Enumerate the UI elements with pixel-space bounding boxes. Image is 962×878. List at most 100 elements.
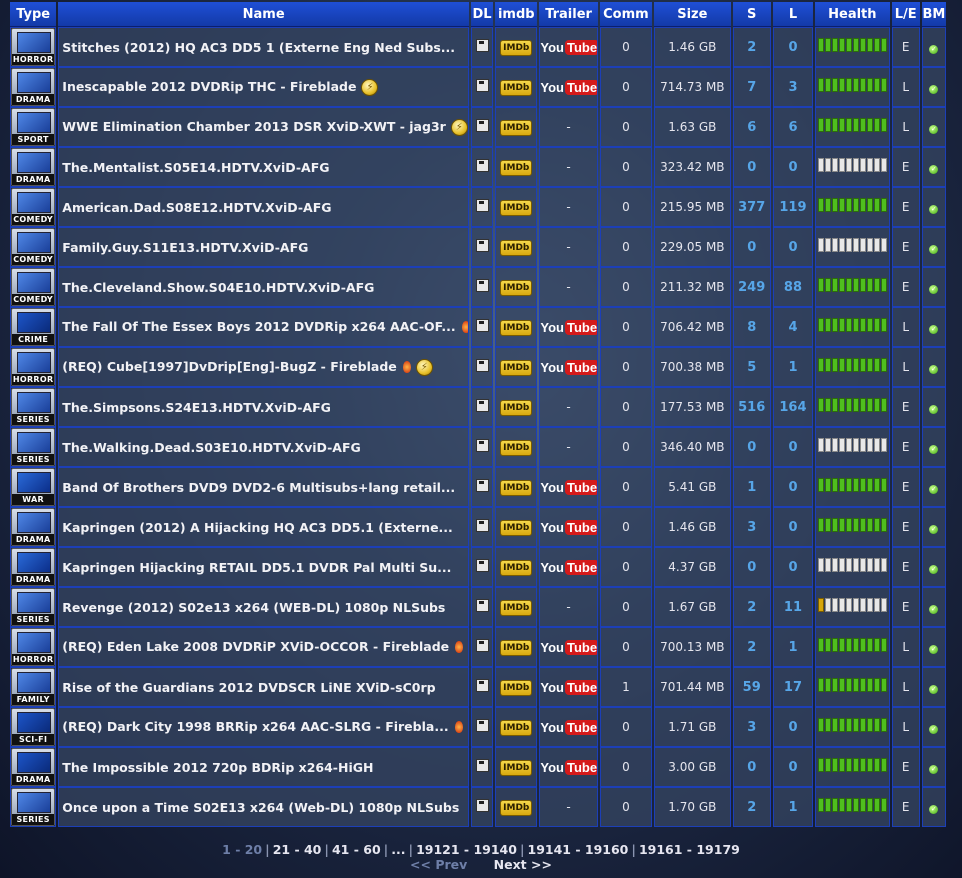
torrent-name-link[interactable]: Kapringen (2012) A Hijacking HQ AC3 DD5.… [62,520,453,535]
youtube-trailer-link[interactable]: You Tube [540,519,597,535]
seeders-count[interactable]: 3 [732,707,771,747]
leechers-count[interactable]: 0 [772,27,814,67]
seeders-count[interactable]: 2 [732,627,771,667]
imdb-icon[interactable]: IMDb [500,519,533,536]
tv-category-icon[interactable]: DRAMA [11,508,56,546]
download-cell[interactable] [470,707,494,747]
imdb-icon[interactable]: IMDb [500,759,533,776]
comments-count[interactable]: 0 [599,387,653,427]
imdb-icon[interactable]: IMDb [500,599,533,616]
category-cell[interactable]: CRIME [10,307,57,347]
imdb-cell[interactable]: IMDb [495,187,538,227]
col-comm[interactable]: Comm [599,2,653,27]
imdb-icon[interactable]: IMDb [500,279,533,296]
comments-count[interactable]: 0 [599,707,653,747]
category-cell[interactable]: WAR [10,467,57,507]
bookmark-cell[interactable]: ✓ [921,307,946,347]
seeders-count[interactable]: 2 [732,27,771,67]
seeders-count[interactable]: 2 [732,787,771,827]
tv-category-icon[interactable]: HORROR [11,28,56,66]
imdb-cell[interactable]: IMDb [495,67,538,107]
youtube-trailer-link[interactable]: You Tube [540,79,597,95]
download-cell[interactable] [470,187,494,227]
col-name[interactable]: Name [58,2,469,27]
tv-category-icon[interactable]: HORROR [11,628,56,666]
tv-category-icon[interactable]: HORROR [11,348,56,386]
bookmark-check-icon[interactable]: ✓ [929,165,939,174]
seeders-count[interactable]: 0 [732,427,771,467]
torrent-name-link[interactable]: Revenge (2012) S02e13 x264 (WEB-DL) 1080… [62,600,445,615]
bookmark-cell[interactable]: ✓ [921,427,946,467]
download-floppy-icon[interactable] [475,559,489,572]
imdb-cell[interactable]: IMDb [495,227,538,267]
imdb-icon[interactable]: IMDb [500,639,533,656]
category-cell[interactable]: SCI-FI [10,707,57,747]
comments-count[interactable]: 0 [599,267,653,307]
page-link[interactable]: 41 - 60 [332,842,381,857]
download-floppy-icon[interactable] [475,759,489,772]
leechers-count[interactable]: 0 [772,747,814,787]
imdb-icon[interactable]: IMDb [500,479,533,496]
imdb-cell[interactable]: IMDb [495,667,538,707]
tv-category-icon[interactable]: DRAMA [11,148,56,186]
category-cell[interactable]: SERIES [10,787,57,827]
torrent-name-link[interactable]: Kapringen Hijacking RETAIL DD5.1 DVDR Pa… [62,560,451,575]
seeders-count[interactable]: 5 [732,347,771,387]
torrent-name-link[interactable]: (REQ) Cube[1997]DvDrip[Eng]-BugZ - Fireb… [62,359,396,374]
bookmark-cell[interactable]: ✓ [921,67,946,107]
seeders-count[interactable]: 6 [732,107,771,147]
tv-category-icon[interactable]: FAMILY [11,668,56,706]
download-floppy-icon[interactable] [475,319,489,332]
youtube-trailer-link[interactable]: You Tube [540,39,597,55]
seeders-count[interactable]: 59 [732,667,771,707]
bookmark-cell[interactable]: ✓ [921,707,946,747]
category-cell[interactable]: SERIES [10,587,57,627]
category-cell[interactable]: HORROR [10,347,57,387]
page-link[interactable]: 19121 - 19140 [416,842,517,857]
seeders-count[interactable]: 3 [732,507,771,547]
leechers-count[interactable]: 88 [772,267,814,307]
imdb-icon[interactable]: IMDb [500,199,533,216]
download-floppy-icon[interactable] [475,399,489,412]
category-cell[interactable]: SPORT [10,107,57,147]
dvd-category-icon[interactable]: DRAMA [11,548,56,586]
col-type[interactable]: Type [10,2,57,27]
download-cell[interactable] [470,107,494,147]
comments-count[interactable]: 0 [599,467,653,507]
torrent-name-link[interactable]: Once upon a Time S02E13 x264 (Web-DL) 10… [62,800,459,815]
bookmark-cell[interactable]: ✓ [921,467,946,507]
category-cell[interactable]: DRAMA [10,507,57,547]
torrent-name-link[interactable]: Stitches (2012) HQ AC3 DD5 1 (Externe En… [62,40,455,55]
bookmark-cell[interactable]: ✓ [921,387,946,427]
tv-category-icon[interactable]: COMEDY [11,268,56,306]
comments-count[interactable]: 0 [599,147,653,187]
bookmark-check-icon[interactable]: ✓ [929,405,939,414]
seeders-count[interactable]: 249 [732,267,771,307]
seeders-count[interactable]: 516 [732,387,771,427]
category-cell[interactable]: HORROR [10,627,57,667]
youtube-trailer-link[interactable]: You Tube [540,359,597,375]
comments-count[interactable]: 0 [599,107,653,147]
bookmark-check-icon[interactable]: ✓ [929,85,939,94]
category-cell[interactable]: COMEDY [10,267,57,307]
category-cell[interactable]: HORROR [10,27,57,67]
bookmark-check-icon[interactable]: ✓ [929,285,939,294]
bookmark-cell[interactable]: ✓ [921,227,946,267]
bookmark-check-icon[interactable]: ✓ [929,765,939,774]
seeders-count[interactable]: 0 [732,547,771,587]
category-cell[interactable]: SERIES [10,387,57,427]
imdb-icon[interactable]: IMDb [500,799,533,816]
imdb-cell[interactable]: IMDb [495,587,538,627]
leechers-count[interactable]: 4 [772,307,814,347]
next-page-link[interactable]: Next >> [494,857,552,872]
seeders-count[interactable]: 0 [732,747,771,787]
download-cell[interactable] [470,267,494,307]
leechers-count[interactable]: 11 [772,587,814,627]
download-floppy-icon[interactable] [475,119,489,132]
download-floppy-icon[interactable] [475,439,489,452]
bookmark-check-icon[interactable]: ✓ [929,565,939,574]
leechers-count[interactable]: 164 [772,387,814,427]
imdb-cell[interactable]: IMDb [495,427,538,467]
comments-count[interactable]: 0 [599,27,653,67]
bookmark-cell[interactable]: ✓ [921,187,946,227]
